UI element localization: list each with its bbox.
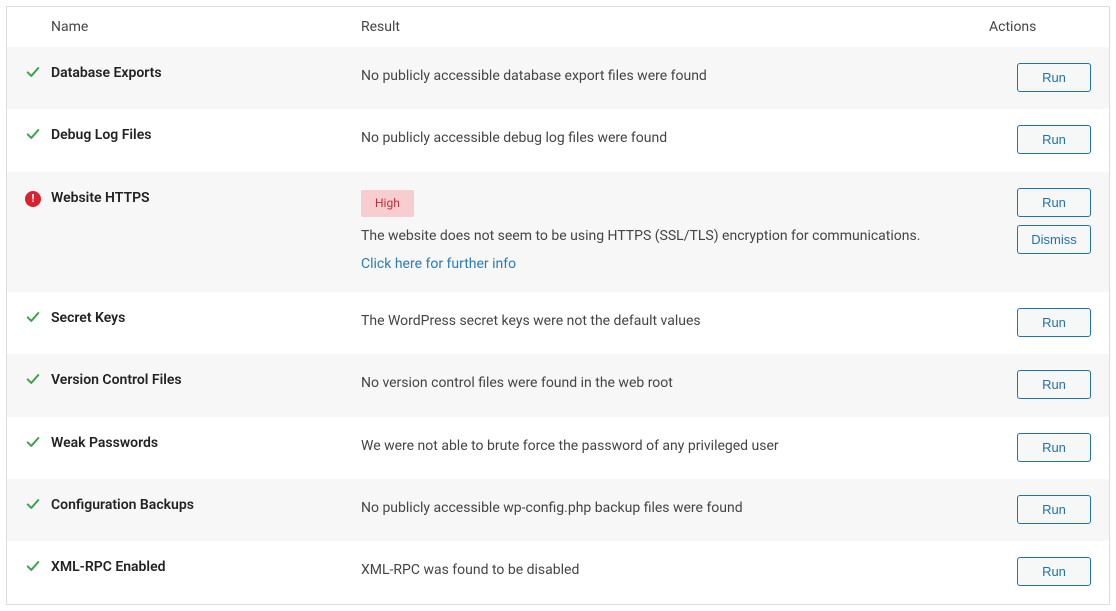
table-row: XML-RPC Enabled XML-RPC was found to be d… — [7, 541, 1109, 603]
table-row: Weak Passwords We were not able to brute … — [7, 417, 1109, 479]
result-text: No publicly accessible debug log files w… — [361, 127, 969, 149]
scan-result: No publicly accessible wp-config.php bac… — [351, 479, 979, 541]
scan-result: XML-RPC was found to be disabled — [351, 541, 979, 603]
table-header-row: Name Result Actions — [7, 7, 1109, 47]
scan-name: Database Exports — [51, 47, 351, 109]
result-text: No publicly accessible database export f… — [361, 65, 969, 87]
run-button[interactable]: Run — [1017, 188, 1091, 217]
result-text: The WordPress secret keys were not the d… — [361, 310, 969, 332]
table-row: ! Website HTTPS High The website does not s… — [7, 172, 1109, 292]
actions-cell: Run — [979, 417, 1109, 479]
result-text: No version control files were found in t… — [361, 372, 969, 394]
table-row: Secret Keys The WordPress secret keys wer… — [7, 292, 1109, 354]
actions-cell: Run — [979, 541, 1109, 603]
actions-cell: Run — [979, 109, 1109, 171]
result-text: The website does not seem to be using HT… — [361, 225, 969, 247]
check-icon — [26, 127, 40, 141]
scan-name: Website HTTPS — [51, 172, 351, 292]
run-button[interactable]: Run — [1017, 495, 1091, 524]
actions-cell: Run — [979, 47, 1109, 109]
scan-name: Debug Log Files — [51, 109, 351, 171]
column-header-actions: Actions — [979, 7, 1109, 47]
alert-icon: ! — [25, 191, 41, 207]
actions-cell: Run Dismiss — [979, 172, 1109, 292]
run-button[interactable]: Run — [1017, 308, 1091, 337]
result-text: We were not able to brute force the pass… — [361, 435, 969, 457]
security-scan-table: Name Result Actions Database Exports No p… — [6, 6, 1110, 605]
check-icon — [26, 497, 40, 511]
run-button[interactable]: Run — [1017, 557, 1091, 586]
scan-name: Configuration Backups — [51, 479, 351, 541]
severity-badge: High — [361, 190, 414, 217]
scan-result: The WordPress secret keys were not the d… — [351, 292, 979, 354]
scan-name: Version Control Files — [51, 354, 351, 416]
check-icon — [26, 372, 40, 386]
further-info-link[interactable]: Click here for further info — [361, 256, 516, 272]
actions-cell: Run — [979, 354, 1109, 416]
scan-result: We were not able to brute force the pass… — [351, 417, 979, 479]
table-row: Debug Log Files No publicly accessible de… — [7, 109, 1109, 171]
check-icon — [26, 65, 40, 79]
actions-cell: Run — [979, 479, 1109, 541]
dismiss-button[interactable]: Dismiss — [1017, 225, 1091, 254]
actions-cell: Run — [979, 292, 1109, 354]
check-icon — [26, 310, 40, 324]
scan-name: XML-RPC Enabled — [51, 541, 351, 603]
scan-result: No version control files were found in t… — [351, 354, 979, 416]
run-button[interactable]: Run — [1017, 370, 1091, 399]
column-header-name: Name — [51, 7, 351, 47]
scan-name: Secret Keys — [51, 292, 351, 354]
column-header-result: Result — [351, 7, 979, 47]
run-button[interactable]: Run — [1017, 63, 1091, 92]
result-text: No publicly accessible wp-config.php bac… — [361, 497, 969, 519]
table-row: Configuration Backups No publicly accessi… — [7, 479, 1109, 541]
run-button[interactable]: Run — [1017, 433, 1091, 462]
scan-result: High The website does not seem to be usin… — [351, 172, 979, 292]
table-row: Database Exports No publicly accessible d… — [7, 47, 1109, 109]
check-icon — [26, 559, 40, 573]
run-button[interactable]: Run — [1017, 125, 1091, 154]
check-icon — [26, 435, 40, 449]
scan-name: Weak Passwords — [51, 417, 351, 479]
scan-result: No publicly accessible database export f… — [351, 47, 979, 109]
scan-result: No publicly accessible debug log files w… — [351, 109, 979, 171]
table-row: Version Control Files No version control … — [7, 354, 1109, 416]
result-text: XML-RPC was found to be disabled — [361, 559, 969, 581]
